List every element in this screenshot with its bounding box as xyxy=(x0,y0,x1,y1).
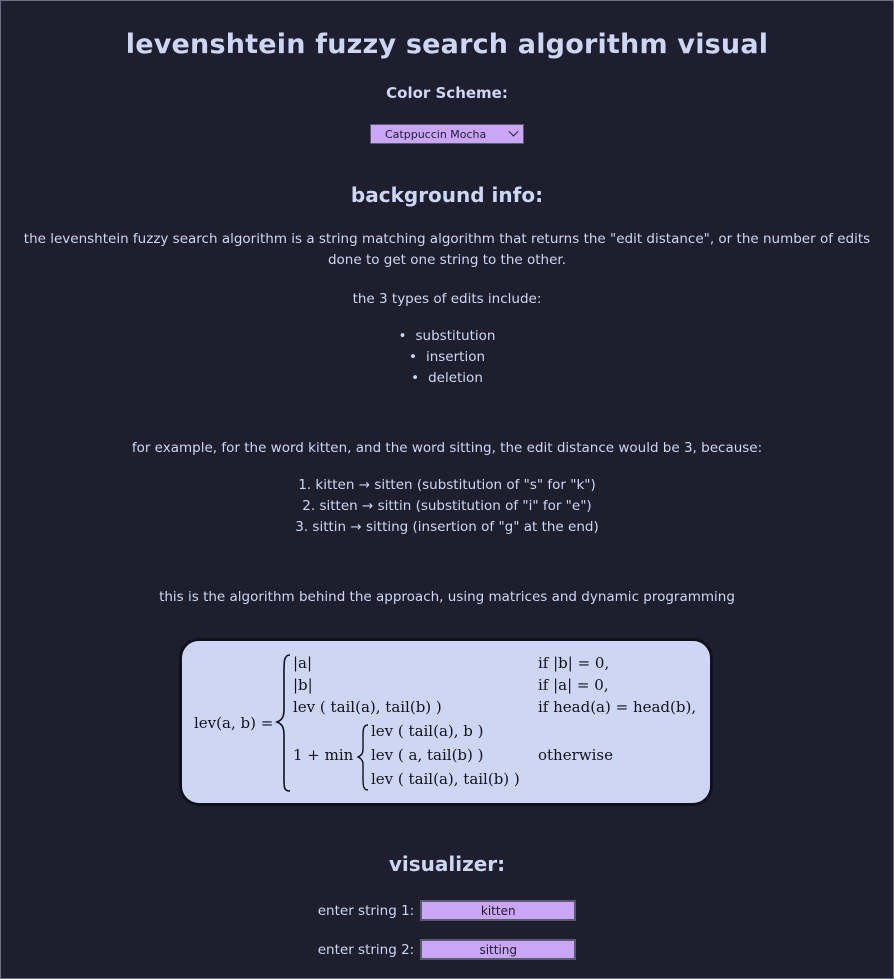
min-case-3: lev ( tail(a), tail(b) ) xyxy=(371,770,520,788)
case-cond-4: otherwise xyxy=(538,746,613,764)
formula-lhs: lev(a, b) = xyxy=(194,714,273,732)
case-cond-3: if head(a) = head(b), xyxy=(538,698,696,716)
example-intro-text: for example, for the word kitten, and th… xyxy=(131,440,763,456)
color-scheme-label: Color Scheme: xyxy=(386,84,508,102)
string1-row: enter string 1: xyxy=(1,900,893,921)
color-scheme-select-wrap: Catppuccin Mocha xyxy=(7,124,887,144)
min-case-1: lev ( tail(a), b ) xyxy=(371,722,484,740)
edit-types-list: substitution insertion deletion xyxy=(7,326,887,389)
intro-text: the levenshtein fuzzy search algorithm i… xyxy=(23,231,871,268)
case-expr-2: |b| xyxy=(293,676,313,694)
example-steps-list: 1. kitten → sitten (substitution of "s" … xyxy=(7,475,887,538)
formula-box: lev(a, b) = |a| |b| lev ( tail(a), tail(… xyxy=(179,638,713,806)
list-item: substitution xyxy=(7,326,887,347)
list-item: 1. kitten → sitten (substitution of "s" … xyxy=(298,477,596,493)
case-expr-4: 1 + min xyxy=(293,746,354,764)
background-heading: background info: xyxy=(350,183,544,207)
case-expr-3: lev ( tail(a), tail(b) ) xyxy=(293,698,442,716)
list-item: 2. sitten → sittin (substitution of "i" … xyxy=(302,498,592,514)
types-intro-text: the 3 types of edits include: xyxy=(352,291,542,307)
outer-brace xyxy=(274,654,291,792)
visualizer-heading: visualizer: xyxy=(388,852,506,876)
inner-brace xyxy=(356,724,369,791)
page-title: levenshtein fuzzy search algorithm visua… xyxy=(125,29,769,60)
color-scheme-select[interactable]: Catppuccin Mocha xyxy=(370,124,524,144)
list-item: 3. sittin → sitting (insertion of "g" at… xyxy=(295,519,599,535)
list-item: deletion xyxy=(7,368,887,389)
formula-svg: lev(a, b) = |a| |b| lev ( tail(a), tail(… xyxy=(194,654,696,792)
case-cond-2: if |a| = 0, xyxy=(538,676,609,694)
case-cond-1: if |b| = 0, xyxy=(538,654,609,672)
string1-label: enter string 1: xyxy=(317,902,415,919)
string2-row: enter string 2: xyxy=(1,939,893,960)
chevron-down-icon xyxy=(508,126,519,137)
list-item: insertion xyxy=(7,347,887,368)
algorithm-intro-text: this is the algorithm behind the approac… xyxy=(159,589,735,605)
case-expr-1: |a| xyxy=(293,654,312,672)
min-case-2: lev ( a, tail(b) ) xyxy=(371,746,484,764)
string2-input[interactable] xyxy=(420,939,577,960)
string1-input[interactable] xyxy=(420,900,577,921)
page: levenshtein fuzzy search algorithm visua… xyxy=(1,29,893,608)
color-scheme-selected: Catppuccin Mocha xyxy=(385,127,487,141)
string2-label: enter string 2: xyxy=(317,941,415,958)
